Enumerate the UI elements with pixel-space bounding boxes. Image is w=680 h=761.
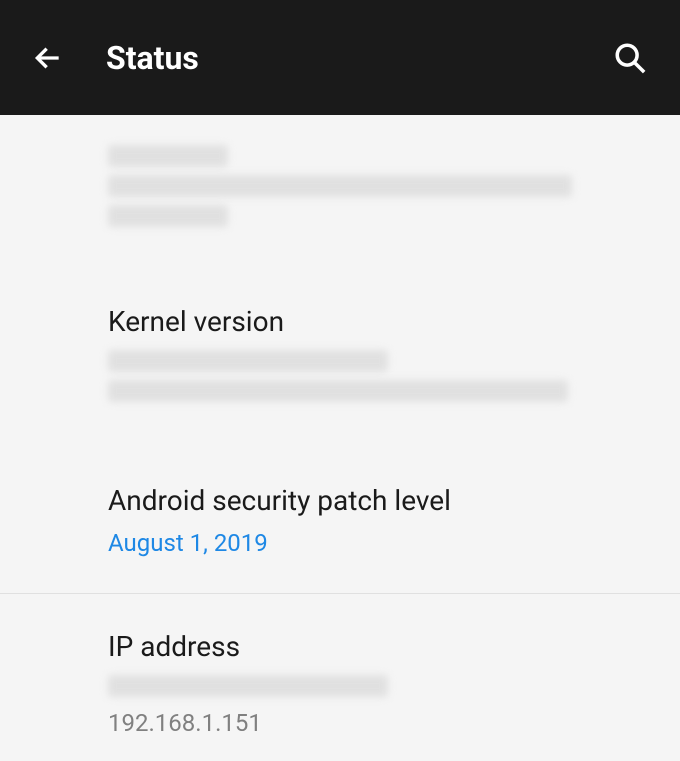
list-item-ip-address[interactable]: IP address 192.168.1.151 (0, 594, 680, 761)
item-title: Android security patch level (108, 484, 572, 517)
item-value: 192.168.1.151 (108, 705, 572, 741)
page-title: Status (106, 39, 199, 77)
list-item-kernel-version[interactable]: Kernel version (0, 265, 680, 444)
app-header: Status (0, 0, 680, 115)
search-icon[interactable] (610, 38, 650, 78)
redacted-text (108, 175, 572, 197)
item-title: Kernel version (108, 305, 572, 338)
redacted-text (108, 380, 568, 402)
redacted-text (108, 145, 228, 167)
content-area: Kernel version Android security patch le… (0, 115, 680, 761)
back-icon[interactable] (30, 40, 66, 76)
redacted-text (108, 350, 388, 372)
item-title: IP address (108, 630, 572, 663)
item-value: August 1, 2019 (108, 529, 572, 557)
redacted-text (108, 675, 388, 697)
list-item-redacted[interactable] (0, 115, 680, 265)
header-left: Status (30, 39, 199, 77)
list-item-security-patch[interactable]: Android security patch level August 1, 2… (0, 444, 680, 594)
redacted-text (108, 205, 228, 227)
